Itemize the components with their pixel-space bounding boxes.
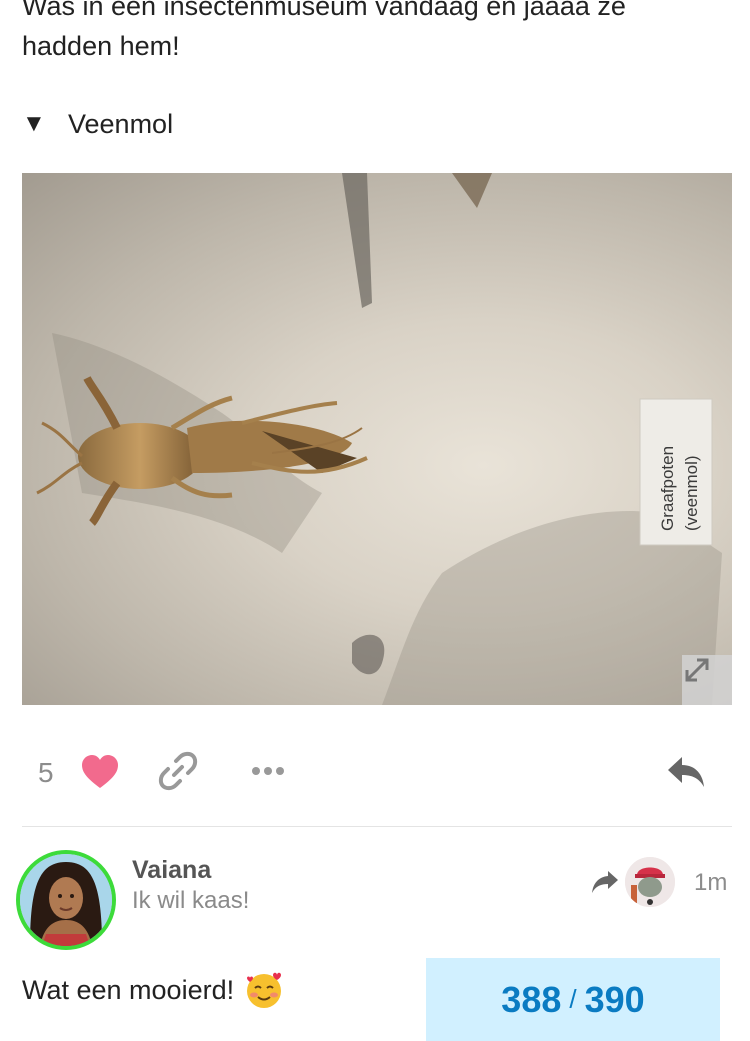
user-avatar-image [20, 854, 112, 946]
reply-button[interactable] [664, 751, 708, 795]
share-arrow-icon [592, 871, 618, 893]
reply-text: Wat een mooierd! [22, 974, 235, 1005]
mole-cricket-photo: Graafpoten (veenmol) [36, 173, 722, 705]
progress-separator: / [569, 984, 577, 1014]
share-link-button[interactable] [158, 751, 198, 791]
expand-icon [685, 658, 709, 682]
heart-icon [82, 755, 118, 788]
topic-page: Was in een insectenmuseum vandaag en jaa… [0, 0, 750, 1041]
like-count[interactable]: 5 [38, 757, 54, 789]
smiling-face-with-hearts-icon [247, 972, 282, 1008]
details-toggle[interactable]: ▼ Veenmol [22, 104, 173, 144]
expand-image-button[interactable] [682, 655, 732, 705]
progress-total: 390 [584, 978, 645, 1020]
details-summary-label: Veenmol [68, 108, 174, 139]
link-icon [158, 751, 198, 791]
topic-progress[interactable]: 388 / 390 [426, 958, 720, 1041]
post-age[interactable]: 1m [694, 869, 727, 897]
image-label-line2: (veenmol) [682, 455, 701, 531]
progress-current: 388 [501, 978, 562, 1020]
ellipsis-icon [252, 767, 284, 775]
post-actions: 5 [22, 745, 712, 801]
post-image[interactable]: Graafpoten (veenmol) [22, 173, 732, 705]
triangle-down-icon: ▼ [22, 110, 46, 137]
user-title: Ik wil kaas! [132, 887, 250, 914]
username[interactable]: Vaiana [132, 856, 211, 885]
post-body-text: Was in een insectenmuseum vandaag en jaa… [22, 0, 626, 61]
image-label-line1: Graafpoten [658, 446, 677, 531]
reply-to-avatar-image [625, 857, 675, 907]
more-actions-button[interactable] [248, 751, 288, 791]
post-divider [22, 826, 732, 827]
avatar[interactable] [16, 850, 116, 950]
reply-body-text: Wat een mooierd! [22, 970, 284, 1010]
reply-to-avatar[interactable] [625, 857, 675, 907]
like-button[interactable] [80, 753, 120, 793]
reply-icon [668, 757, 704, 787]
reply-to-indicator[interactable] [590, 866, 620, 896]
